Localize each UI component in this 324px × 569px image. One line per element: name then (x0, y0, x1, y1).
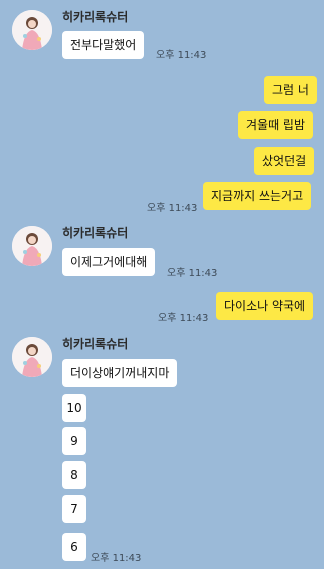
message-bubble: 전부다말했어 (62, 31, 145, 59)
message-time: 오후 11:43 (167, 268, 218, 279)
message-bubble: 겨울때 립밤 (238, 111, 314, 139)
sender-name: 히카리록슈터 (62, 10, 129, 24)
message-bubble: 8 (62, 461, 86, 489)
message-time: 오후 11:43 (147, 203, 198, 214)
profile-avatar-icon (12, 226, 52, 266)
profile-avatar-icon (12, 337, 52, 377)
message-bubble: 샀엇던걸 (254, 147, 315, 175)
profile-avatar-icon (12, 10, 52, 50)
message-bubble: 다이소나 약국에 (216, 292, 314, 320)
message-bubble: 더이상얘기꺼내지마 (62, 359, 178, 387)
message-bubble: 9 (62, 427, 86, 455)
message-time: 오후 11:43 (156, 50, 207, 61)
message-bubble: 7 (62, 495, 86, 523)
sender-name: 히카리록슈터 (62, 337, 129, 351)
sender-avatar[interactable] (12, 10, 52, 50)
message-bubble: 10 (62, 394, 86, 422)
message-bubble: 지금까지 쓰는거고 (203, 182, 312, 210)
message-bubble: 6 (62, 533, 86, 561)
sender-avatar[interactable] (12, 337, 52, 377)
sender-avatar[interactable] (12, 226, 52, 266)
message-time: 오후 11:43 (158, 313, 209, 324)
sender-name: 히카리록슈터 (62, 226, 129, 240)
message-time: 오후 11:43 (91, 553, 142, 564)
message-bubble: 그럼 너 (264, 76, 317, 104)
message-bubble: 이제그거에대해 (62, 248, 156, 276)
